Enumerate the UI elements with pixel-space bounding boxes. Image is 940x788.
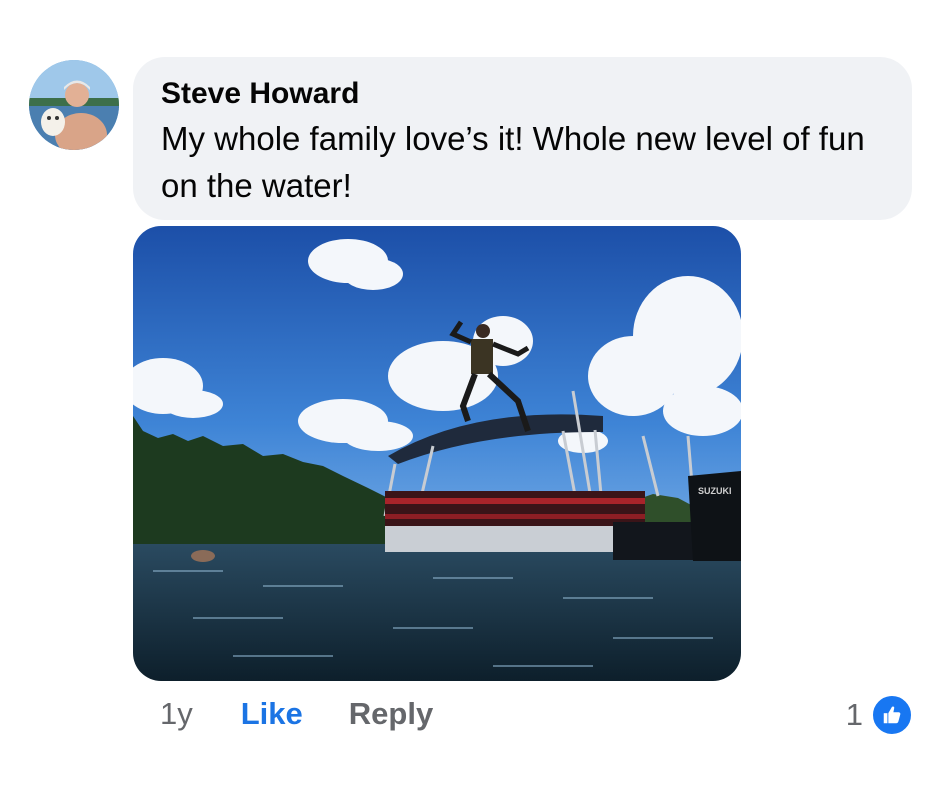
commenter-avatar[interactable]: [29, 60, 119, 150]
comment-bubble: Steve Howard My whole family love’s it! …: [133, 57, 912, 220]
reply-button[interactable]: Reply: [349, 694, 433, 734]
comment-text: My whole family love’s it! Whole new lev…: [161, 120, 865, 204]
like-button[interactable]: Like: [241, 694, 303, 734]
avatar-image: [29, 60, 119, 150]
comment-actions: 1y Like Reply: [160, 694, 433, 734]
reaction-summary[interactable]: 1: [846, 694, 913, 736]
thumbs-up-icon: [871, 694, 913, 736]
comment-photo[interactable]: SUZUKI: [133, 226, 741, 681]
motor-logo: SUZUKI: [698, 486, 732, 496]
reaction-count: 1: [845, 697, 863, 732]
pontoon-boat-photo: SUZUKI: [133, 226, 741, 681]
comment-author[interactable]: Steve Howard: [161, 76, 884, 112]
comment-timestamp[interactable]: 1y: [160, 694, 193, 734]
